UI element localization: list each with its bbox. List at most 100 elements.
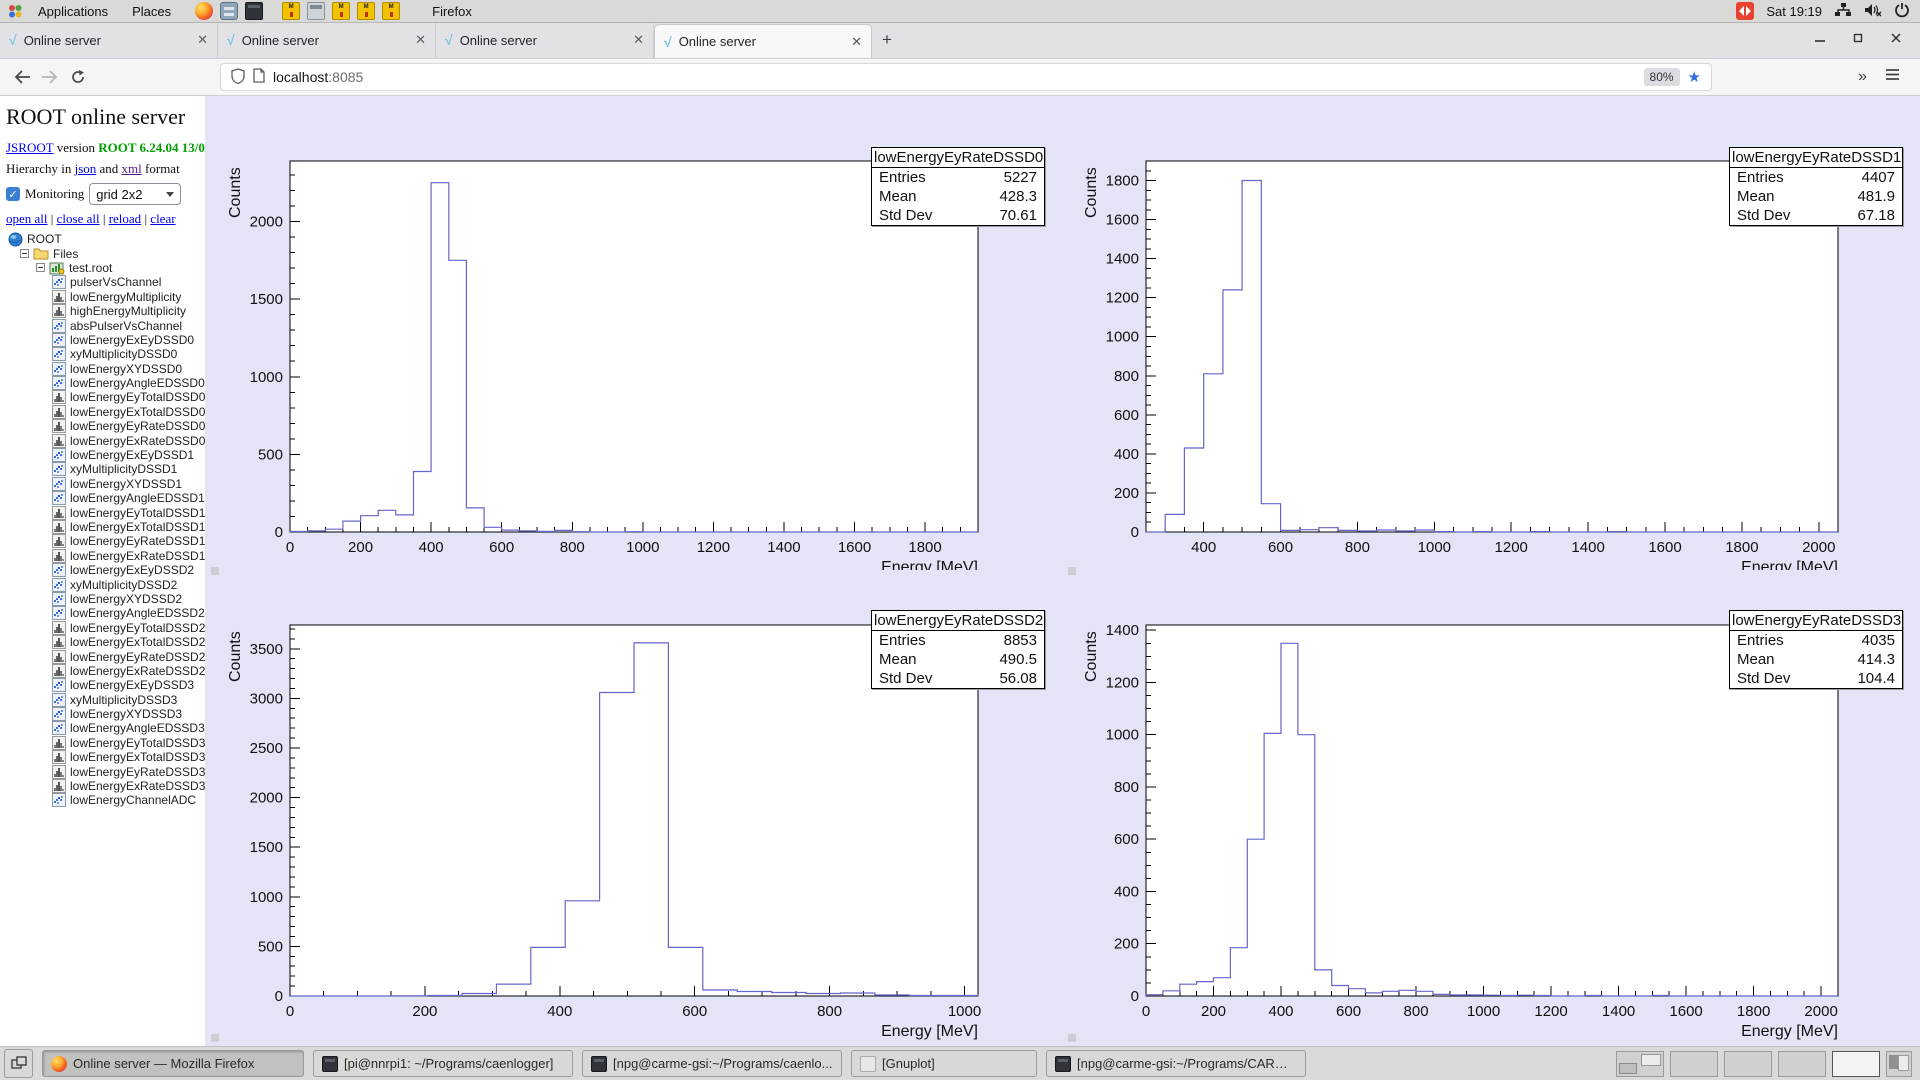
taskbar-item-3[interactable]: [npg@carme-gsi:~/Programs/caenlo... xyxy=(582,1050,842,1077)
tree-item-lowEnergyEyTotalDSSD3[interactable]: lowEnergyEyTotalDSSD3 xyxy=(6,736,205,750)
tree-item-lowEnergyExTotalDSSD2[interactable]: lowEnergyExTotalDSSD2 xyxy=(6,635,205,649)
distro-menu-icon[interactable] xyxy=(6,2,24,20)
tree-item-xyMultiplicityDSSD1[interactable]: xyMultiplicityDSSD1 xyxy=(6,462,205,476)
tree-item-lowEnergyXYDSSD1[interactable]: lowEnergyXYDSSD1 xyxy=(6,477,205,491)
pad-resize-handle[interactable] xyxy=(211,567,219,575)
midas-icon[interactable]: M xyxy=(282,2,300,20)
tree-link-open-all[interactable]: open all xyxy=(6,211,48,226)
workspace-tile[interactable] xyxy=(1724,1051,1772,1077)
hamburger-menu-icon[interactable] xyxy=(1885,68,1900,86)
pad-resize-handle[interactable] xyxy=(211,1034,219,1042)
page-info-icon[interactable] xyxy=(253,68,265,86)
tab-close-icon[interactable]: ✕ xyxy=(851,34,862,50)
clock[interactable]: Sat 19:19 xyxy=(1766,4,1822,19)
tree-item-lowEnergyAngleEDSSD3[interactable]: lowEnergyAngleEDSSD3 xyxy=(6,721,205,735)
tree-item-lowEnergyExRateDSSD0[interactable]: lowEnergyExRateDSSD0 xyxy=(6,433,205,447)
tree-item-highEnergyMultiplicity[interactable]: highEnergyMultiplicity xyxy=(6,304,205,318)
tree-item-lowEnergyExTotalDSSD1[interactable]: lowEnergyExTotalDSSD1 xyxy=(6,520,205,534)
places-menu[interactable]: Places xyxy=(122,0,181,22)
xml-link[interactable]: xml xyxy=(122,161,142,176)
tree-item-lowEnergyExEyDSSD1[interactable]: lowEnergyExEyDSSD1 xyxy=(6,448,205,462)
tree-item-lowEnergyExEyDSSD3[interactable]: lowEnergyExEyDSSD3 xyxy=(6,678,205,692)
tree-item-lowEnergyExTotalDSSD3[interactable]: lowEnergyExTotalDSSD3 xyxy=(6,750,205,764)
workspace-applet[interactable] xyxy=(1886,1051,1912,1077)
taskbar-item-5[interactable]: [npg@carme-gsi:~/Programs/CARME... xyxy=(1046,1050,1306,1077)
tree-item-lowEnergyXYDSSD2[interactable]: lowEnergyXYDSSD2 xyxy=(6,592,205,606)
bookmark-star-icon[interactable]: ★ xyxy=(1688,68,1701,86)
workspace-tile[interactable] xyxy=(1616,1051,1664,1077)
tree-item-lowEnergyXYDSSD0[interactable]: lowEnergyXYDSSD0 xyxy=(6,362,205,376)
active-app-menu[interactable]: Firefox xyxy=(422,0,482,22)
tree-link-clear[interactable]: clear xyxy=(150,211,175,226)
tree-item-lowEnergyEyRateDSSD3[interactable]: lowEnergyEyRateDSSD3 xyxy=(6,764,205,778)
zoom-level-button[interactable]: 80% xyxy=(1644,68,1680,86)
network-icon[interactable] xyxy=(1834,2,1852,21)
minimize-button[interactable] xyxy=(1814,31,1826,49)
tree-item-lowEnergyMultiplicity[interactable]: lowEnergyMultiplicity xyxy=(6,290,205,304)
tree-item-xyMultiplicityDSSD0[interactable]: xyMultiplicityDSSD0 xyxy=(6,347,205,361)
tab-close-icon[interactable]: ✕ xyxy=(633,32,644,48)
taskbar-item-4[interactable]: [Gnuplot] xyxy=(851,1050,1037,1077)
midas-icon[interactable]: M xyxy=(332,2,350,20)
workspace-tile[interactable] xyxy=(1670,1051,1718,1077)
tree-link-reload[interactable]: reload xyxy=(109,211,141,226)
notification-icon[interactable] xyxy=(1736,2,1754,20)
tree-item-files[interactable]: Files xyxy=(6,246,205,260)
tree-item-lowEnergyExRateDSSD3[interactable]: lowEnergyExRateDSSD3 xyxy=(6,779,205,793)
workspace-tile-active[interactable] xyxy=(1832,1051,1880,1077)
tab-close-icon[interactable]: ✕ xyxy=(197,32,208,48)
tree-item-lowEnergyEyRateDSSD0[interactable]: lowEnergyEyRateDSSD0 xyxy=(6,419,205,433)
tree-item-lowEnergyExRateDSSD2[interactable]: lowEnergyExRateDSSD2 xyxy=(6,664,205,678)
shield-icon[interactable] xyxy=(231,68,245,87)
stats-box-lowEnergyEyRateDSSD2[interactable]: lowEnergyEyRateDSSD2Entries8853Mean490.5… xyxy=(871,610,1045,689)
pad-resize-handle[interactable] xyxy=(1068,1034,1076,1042)
midas-icon[interactable]: M xyxy=(357,2,375,20)
tree-item-lowEnergyEyTotalDSSD0[interactable]: lowEnergyEyTotalDSSD0 xyxy=(6,390,205,404)
tree-item-lowEnergyEyTotalDSSD1[interactable]: lowEnergyEyTotalDSSD1 xyxy=(6,505,205,519)
tab-close-icon[interactable]: ✕ xyxy=(415,32,426,48)
volume-muted-icon[interactable] xyxy=(1864,2,1882,21)
tree-item-lowEnergyExEyDSSD0[interactable]: lowEnergyExEyDSSD0 xyxy=(6,333,205,347)
tree-item-lowEnergyEyRateDSSD1[interactable]: lowEnergyEyRateDSSD1 xyxy=(6,534,205,548)
maximize-button[interactable] xyxy=(1852,31,1864,49)
power-icon[interactable] xyxy=(1894,2,1910,21)
tree-item-lowEnergyAngleEDSSD2[interactable]: lowEnergyAngleEDSSD2 xyxy=(6,606,205,620)
taskbar-item-2[interactable]: [pi@nnrpi1: ~/Programs/caenlogger] xyxy=(313,1050,573,1077)
tree-item-lowEnergyAngleEDSSD0[interactable]: lowEnergyAngleEDSSD0 xyxy=(6,376,205,390)
tree-item-pulserVsChannel[interactable]: pulserVsChannel xyxy=(6,275,205,289)
browser-tab-3[interactable]: √Online server✕ xyxy=(436,22,654,58)
midas-icon[interactable]: M xyxy=(382,2,400,20)
layout-select[interactable]: grid 2x2 xyxy=(89,183,181,205)
tree-item-lowEnergyEyTotalDSSD2[interactable]: lowEnergyEyTotalDSSD2 xyxy=(6,621,205,635)
overflow-chevrons-icon[interactable]: » xyxy=(1858,68,1867,86)
reload-button[interactable] xyxy=(64,63,92,91)
forward-button[interactable] xyxy=(36,63,64,91)
window-app-icon[interactable] xyxy=(307,2,325,20)
url-bar[interactable]: localhost:8085 80% ★ xyxy=(220,63,1712,91)
terminal-launcher-icon[interactable] xyxy=(245,2,263,20)
tree-link-close-all[interactable]: close all xyxy=(57,211,100,226)
browser-tab-4[interactable]: √Online server✕ xyxy=(654,24,872,58)
tree-item-lowEnergyAngleEDSSD1[interactable]: lowEnergyAngleEDSSD1 xyxy=(6,491,205,505)
new-tab-button[interactable]: + xyxy=(872,22,902,58)
firefox-launcher-icon[interactable] xyxy=(195,2,213,20)
stats-box-lowEnergyEyRateDSSD3[interactable]: lowEnergyEyRateDSSD3Entries4035Mean414.3… xyxy=(1729,610,1903,689)
tree-item-test-root[interactable]: test.root xyxy=(6,261,205,275)
browser-tab-1[interactable]: √Online server✕ xyxy=(0,22,218,58)
stats-box-lowEnergyEyRateDSSD1[interactable]: lowEnergyEyRateDSSD1Entries4407Mean481.9… xyxy=(1729,147,1903,226)
tree-item-lowEnergyChannelADC[interactable]: lowEnergyChannelADC xyxy=(6,793,205,807)
back-button[interactable] xyxy=(8,63,36,91)
close-window-button[interactable] xyxy=(1890,31,1902,49)
jsroot-link[interactable]: JSROOT xyxy=(6,140,53,155)
tree-item-xyMultiplicityDSSD3[interactable]: xyMultiplicityDSSD3 xyxy=(6,693,205,707)
tree-item-xyMultiplicityDSSD2[interactable]: xyMultiplicityDSSD2 xyxy=(6,577,205,591)
archive-manager-icon[interactable] xyxy=(220,2,238,20)
show-desktop-button[interactable] xyxy=(4,1049,33,1078)
tree-item-lowEnergyExEyDSSD2[interactable]: lowEnergyExEyDSSD2 xyxy=(6,563,205,577)
tree-item-lowEnergyExTotalDSSD0[interactable]: lowEnergyExTotalDSSD0 xyxy=(6,405,205,419)
stats-box-lowEnergyEyRateDSSD0[interactable]: lowEnergyEyRateDSSD0Entries5227Mean428.3… xyxy=(871,147,1045,226)
tree-item-lowEnergyExRateDSSD1[interactable]: lowEnergyExRateDSSD1 xyxy=(6,549,205,563)
tree-item-lowEnergyEyRateDSSD2[interactable]: lowEnergyEyRateDSSD2 xyxy=(6,649,205,663)
applications-menu[interactable]: Applications xyxy=(28,0,118,22)
taskbar-item-1[interactable]: Online server — Mozilla Firefox xyxy=(42,1050,304,1077)
